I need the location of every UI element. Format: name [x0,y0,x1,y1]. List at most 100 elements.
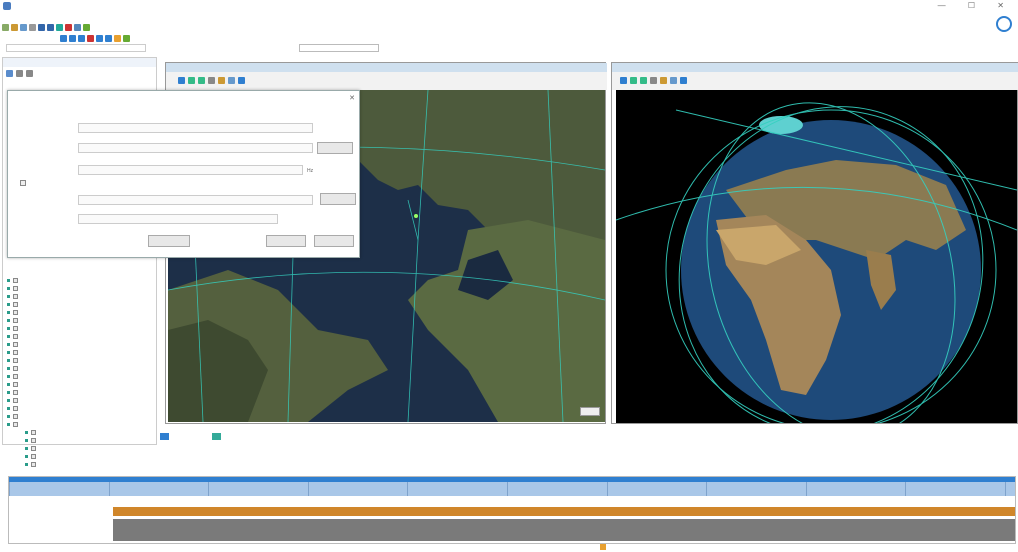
tree-item[interactable] [7,300,147,308]
cancel-button[interactable] [314,235,354,247]
tree-item[interactable] [7,316,147,324]
expand-box-icon[interactable] [13,301,18,307]
expand-box-icon[interactable] [31,437,36,443]
chart-icon[interactable] [83,23,90,31]
gnss-duration-field[interactable] [78,214,278,224]
expand-box-icon[interactable] [13,293,18,299]
tree-item[interactable] [7,380,147,388]
report-icon[interactable] [74,23,81,31]
tree-item[interactable] [7,412,147,420]
expand-box-icon[interactable] [31,429,36,435]
clock-icon[interactable] [114,34,121,42]
tree-item[interactable] [7,332,147,340]
expand-box-icon[interactable] [13,357,18,363]
expand-box-icon[interactable] [13,421,18,427]
pause-icon[interactable] [87,34,94,42]
reset-button[interactable] [148,235,190,247]
pan-icon[interactable] [208,77,215,84]
expand-box-icon[interactable] [13,405,18,411]
tree-item[interactable] [7,276,147,284]
expand-box-icon[interactable] [31,453,36,459]
reset-icon[interactable] [60,34,67,42]
redo-icon[interactable] [47,23,54,31]
gnss-ip-address-field[interactable] [78,195,313,205]
realtime-icon[interactable] [123,34,130,42]
tree-item[interactable] [7,292,147,300]
tree-item[interactable] [7,308,147,316]
ip-address-field[interactable] [78,123,313,133]
tree-item[interactable] [7,436,147,444]
timeline-scale[interactable] [9,482,1015,496]
expand-box-icon[interactable] [13,277,18,283]
layers-icon[interactable] [228,77,235,84]
undo-icon[interactable] [38,23,45,31]
2d-window-title[interactable] [166,63,607,72]
properties-icon[interactable] [16,70,23,77]
tree-item[interactable] [7,284,147,292]
measure-icon[interactable] [218,77,225,84]
compass-widget[interactable] [580,407,600,416]
new-icon[interactable] [2,23,9,31]
play-back-icon[interactable] [78,34,85,42]
3d-globe-canvas[interactable] [616,90,1017,423]
tree-item[interactable] [7,340,147,348]
zoom-in-icon[interactable] [630,77,637,84]
user-avatar-icon[interactable] [996,16,1012,32]
expand-box-icon[interactable] [31,445,36,451]
output-folder-field[interactable] [78,143,313,153]
measure-icon[interactable] [660,77,667,84]
window-controls[interactable]: — ☐ ✕ [938,1,1014,10]
tree-item[interactable] [7,388,147,396]
tree-item[interactable] [7,348,147,356]
play-icon[interactable] [96,34,103,42]
step-forward-icon[interactable] [105,34,112,42]
expand-box-icon[interactable] [13,373,18,379]
open-icon[interactable] [11,23,18,31]
carrier-frequency-field[interactable] [78,165,303,175]
tree-item[interactable] [7,460,147,468]
expand-box-icon[interactable] [13,413,18,419]
ok-button[interactable] [266,235,306,247]
expand-box-icon[interactable] [13,317,18,323]
tree-item[interactable] [7,452,147,460]
expand-box-icon[interactable] [13,349,18,355]
gnss-enabled-checkbox[interactable] [20,180,26,186]
expand-box-icon[interactable] [31,461,36,467]
map-properties-icon[interactable] [238,77,245,84]
tree-item[interactable] [7,356,147,364]
expand-box-icon[interactable] [13,365,18,371]
home-view-icon[interactable] [620,77,627,84]
record-icon[interactable] [65,23,72,31]
step-back-icon[interactable] [69,34,76,42]
satellite-marker[interactable] [414,214,418,218]
globe-icon[interactable] [56,23,63,31]
expand-box-icon[interactable] [13,325,18,331]
zoom-out-icon[interactable] [198,77,205,84]
current-time-field[interactable] [299,44,379,52]
close-icon[interactable]: ✕ [349,94,355,102]
expand-box-icon[interactable] [13,285,18,291]
globe-properties-icon[interactable] [680,77,687,84]
expand-box-icon[interactable] [13,333,18,339]
select-folder-button[interactable] [317,142,353,154]
expand-box-icon[interactable] [13,397,18,403]
rotate-icon[interactable] [650,77,657,84]
expand-box-icon[interactable] [13,309,18,315]
search-input[interactable] [6,44,146,52]
tree-item[interactable] [7,428,147,436]
expand-box-icon[interactable] [13,389,18,395]
timeline-interval-bar[interactable] [113,507,1015,516]
tree-item[interactable] [7,420,147,428]
save-icon[interactable] [20,23,27,31]
zoom-in-icon[interactable] [188,77,195,84]
3d-window-title[interactable] [612,63,1018,72]
zoom-out-icon[interactable] [640,77,647,84]
print-icon[interactable] [29,23,36,31]
expand-box-icon[interactable] [13,341,18,347]
tree-item[interactable] [7,444,147,452]
home-view-icon[interactable] [178,77,185,84]
tree-item[interactable] [7,404,147,412]
tree-item[interactable] [7,396,147,404]
tree-item[interactable] [7,364,147,372]
expand-box-icon[interactable] [13,381,18,387]
